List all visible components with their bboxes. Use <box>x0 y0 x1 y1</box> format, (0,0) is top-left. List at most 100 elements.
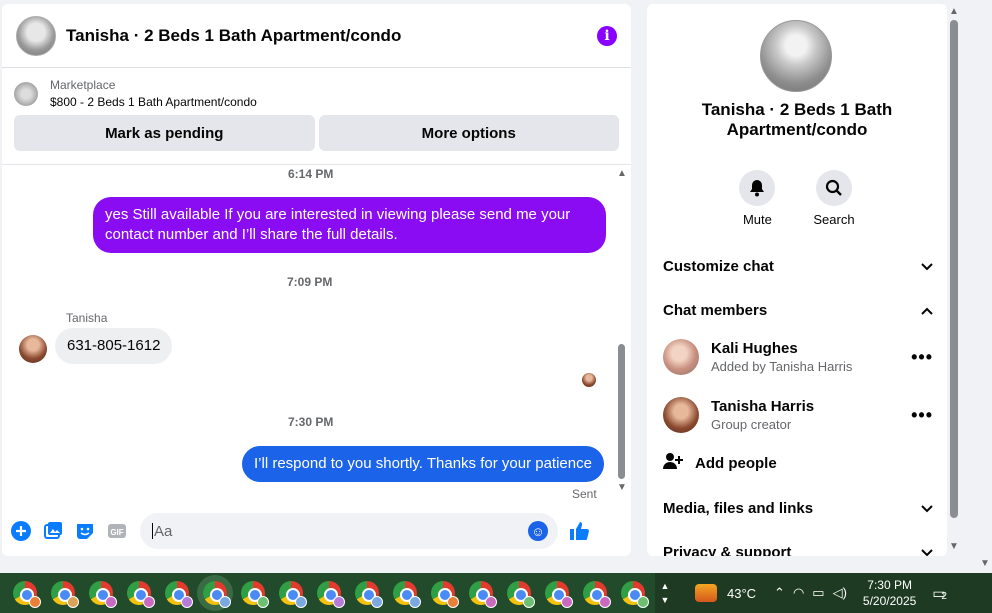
read-receipt-avatar <box>582 373 596 387</box>
notification-icon[interactable]: ▭ 2 <box>932 585 947 602</box>
system-tray: 43°C ⌃ ◠ ▭ ◁) 7:30 PM 5/20/2025 ▭ 2 <box>675 573 992 613</box>
clock-date: 5/20/2025 <box>862 594 917 608</box>
chevron-down-icon <box>921 544 933 557</box>
outgoing-message[interactable]: yes Still available If you are intereste… <box>93 197 606 253</box>
member-avatar <box>663 397 699 433</box>
listing-thumbnail-small <box>14 82 38 106</box>
battery-icon[interactable]: ▭ <box>812 585 824 601</box>
weather-widget[interactable]: 43°C <box>695 584 756 602</box>
mark-as-pending-button[interactable]: Mark as pending <box>14 115 315 151</box>
emoji-icon[interactable]: ☺ <box>528 521 548 541</box>
sent-status: Sent <box>572 487 597 501</box>
member-subtitle: Added by Tanisha Harris <box>711 359 853 374</box>
more-icon[interactable]: ••• <box>911 347 933 368</box>
chrome-icon[interactable] <box>203 581 231 608</box>
chrome-icon[interactable] <box>89 581 117 608</box>
search-action[interactable]: Search <box>813 170 855 227</box>
message-input-placeholder: Aa <box>154 522 173 540</box>
side-scrollbar-thumb[interactable] <box>950 20 958 518</box>
chrome-icon[interactable] <box>279 581 307 608</box>
scroll-down-arrow-icon[interactable]: ▼ <box>949 541 959 552</box>
side-title-line2: Apartment/condo <box>726 120 868 139</box>
add-people-label: Add people <box>695 454 777 472</box>
chat-panel: Tanisha · 2 Beds 1 Bath Apartment/condo … <box>2 4 631 556</box>
chrome-icon[interactable] <box>621 581 649 608</box>
chrome-icon[interactable] <box>13 581 41 608</box>
sticker-icon[interactable] <box>74 520 96 542</box>
more-icon[interactable]: ••• <box>911 405 933 426</box>
timestamp: 7:09 PM <box>287 275 333 289</box>
listing-title: $800 - 2 Beds 1 Bath Apartment/condo <box>50 95 257 109</box>
plus-icon[interactable] <box>10 520 32 542</box>
customize-chat-section[interactable]: Customize chat <box>663 254 933 278</box>
more-options-button[interactable]: More options <box>318 115 619 151</box>
gif-icon[interactable]: GIF <box>106 520 128 542</box>
chrome-icon[interactable] <box>355 581 383 608</box>
member-name: Kali Hughes <box>711 340 798 357</box>
add-person-icon <box>663 452 683 474</box>
privacy-support-section[interactable]: Privacy & support <box>663 540 933 556</box>
taskbar-overflow-icon[interactable]: ▲ ▼ <box>655 579 675 607</box>
chrome-icon[interactable] <box>317 581 345 608</box>
chrome-icon[interactable] <box>545 581 573 608</box>
chat-header: Tanisha · 2 Beds 1 Bath Apartment/condo … <box>2 4 631 68</box>
taskbar-apps <box>0 573 655 613</box>
chrome-icon[interactable] <box>51 581 79 608</box>
media-files-label: Media, files and links <box>663 499 814 517</box>
clock[interactable]: 7:30 PM 5/20/2025 <box>863 577 916 609</box>
chrome-icon[interactable] <box>507 581 535 608</box>
chrome-icon[interactable] <box>393 581 421 608</box>
volume-icon[interactable]: ◁) <box>833 585 847 601</box>
incoming-message[interactable]: 631-805-1612 <box>55 328 173 364</box>
member-subtitle: Group creator <box>711 417 792 432</box>
outgoing-message[interactable]: I’ll respond to you shortly. Thanks for … <box>242 446 604 482</box>
sender-name: Tanisha <box>66 311 108 325</box>
chrome-icon[interactable] <box>127 581 155 608</box>
marketplace-listing[interactable]: Marketplace $800 - 2 Beds 1 Bath Apartme… <box>2 68 631 115</box>
svg-text:GIF: GIF <box>110 528 123 537</box>
privacy-support-label: Privacy & support <box>663 543 792 557</box>
composer: GIF Aa ☺ <box>2 509 631 553</box>
scroll-up-arrow-icon[interactable]: ▲ <box>949 6 959 17</box>
chat-members-section[interactable]: Chat members <box>663 298 933 322</box>
marketplace-label: Marketplace <box>50 78 116 92</box>
page-scroll-down-icon[interactable]: ▼ <box>980 558 990 569</box>
chevron-up-icon[interactable]: ⌃ <box>774 585 785 601</box>
scroll-down-arrow-icon[interactable]: ▼ <box>617 482 627 493</box>
avatar[interactable] <box>19 335 47 363</box>
group-avatar[interactable] <box>760 20 832 92</box>
side-title: Tanisha · 2 Beds 1 Bath Apartment/condo <box>647 100 947 140</box>
mute-label: Mute <box>742 212 772 227</box>
add-people-button[interactable]: Add people <box>663 452 777 474</box>
weather-icon <box>695 584 717 602</box>
member-row[interactable]: Kali Hughes Added by Tanisha Harris ••• <box>663 335 933 379</box>
side-scrollbar[interactable]: ▲ ▼ <box>947 4 961 556</box>
mute-action[interactable]: Mute <box>739 170 776 227</box>
wifi-icon[interactable]: ◠ <box>793 585 804 601</box>
chat-title[interactable]: Tanisha · 2 Beds 1 Bath Apartment/condo <box>66 26 401 46</box>
chat-scrollbar[interactable] <box>618 344 625 479</box>
chrome-icon[interactable] <box>431 581 459 608</box>
member-avatar <box>663 339 699 375</box>
chrome-icon[interactable] <box>165 581 193 608</box>
chevron-down-icon <box>921 258 933 275</box>
chat-info-panel: Tanisha · 2 Beds 1 Bath Apartment/condo … <box>647 4 947 556</box>
info-icon[interactable]: i <box>597 25 617 46</box>
chrome-icon[interactable] <box>241 581 269 608</box>
timestamp: 7:30 PM <box>288 415 334 429</box>
member-row[interactable]: Tanisha Harris Group creator ••• <box>663 393 933 437</box>
clock-time: 7:30 PM <box>867 578 912 592</box>
like-icon[interactable] <box>568 520 590 542</box>
search-icon <box>815 170 852 206</box>
timestamp: 6:14 PM <box>288 167 334 181</box>
chrome-icon[interactable] <box>583 581 611 608</box>
chevron-down-icon <box>921 500 933 517</box>
chrome-icon[interactable] <box>469 581 497 608</box>
listing-thumbnail[interactable] <box>16 15 56 56</box>
scroll-up-arrow-icon[interactable]: ▲ <box>617 168 627 179</box>
media-files-section[interactable]: Media, files and links <box>663 496 933 520</box>
message-input[interactable]: Aa ☺ <box>140 513 558 549</box>
temperature: 43°C <box>727 585 757 601</box>
taskbar: ▲ ▼ 43°C ⌃ ◠ ▭ ◁) 7:30 PM 5/20/2025 ▭ 2 <box>0 573 992 613</box>
photo-icon[interactable] <box>42 520 64 542</box>
